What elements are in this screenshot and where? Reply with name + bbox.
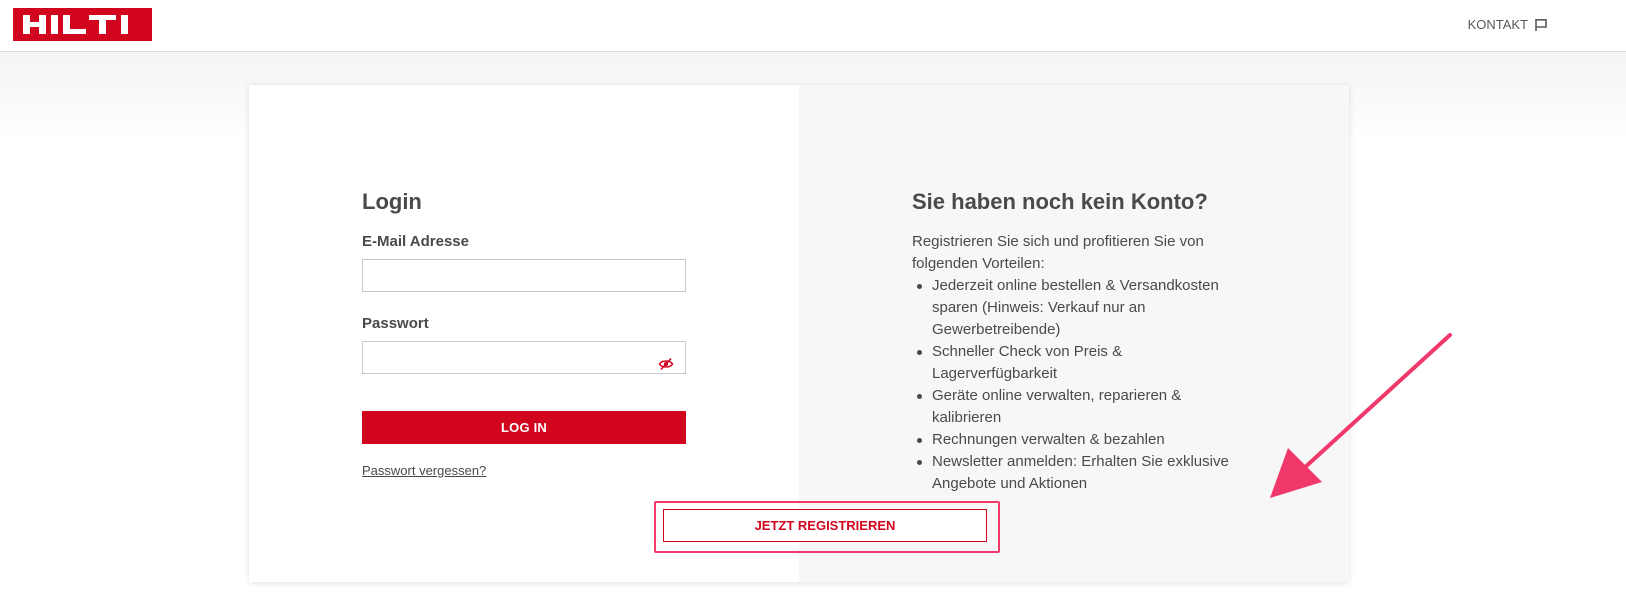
list-item: Newsletter anmelden: Erhalten Sie exklus… [912,451,1242,495]
header: KONTAKT [0,0,1626,52]
list-item: Schneller Check von Preis & Lagerverfügb… [912,341,1242,385]
hide-password-eye-icon[interactable] [658,357,674,371]
forgot-password-link[interactable]: Passwort vergessen? [362,463,486,478]
register-now-button[interactable]: JETZT REGISTRIEREN [663,509,987,542]
chat-flag-icon [1534,18,1548,32]
contact-link[interactable]: KONTAKT [1468,17,1548,32]
benefits-list: Jederzeit online bestellen & Versandkost… [912,275,1242,495]
email-input[interactable] [362,259,686,292]
contact-label: KONTAKT [1467,17,1528,32]
register-title: Sie haben noch kein Konto? [912,189,1208,214]
password-label: Passwort [362,315,429,332]
register-intro: Registrieren Sie sich und profitieren Si… [912,233,1204,272]
hilti-logo-mark [23,15,128,34]
email-label: E-Mail Adresse [362,233,469,250]
hilti-logo[interactable] [13,8,152,41]
list-item: Geräte online verwalten, reparieren & ka… [912,385,1242,429]
login-button[interactable]: LOG IN [362,411,686,444]
annotation-arrow-icon [1270,333,1452,498]
list-item: Rechnungen verwalten & bezahlen [912,429,1242,451]
list-item: Jederzeit online bestellen & Versandkost… [912,275,1242,341]
password-input[interactable] [362,341,686,374]
login-title: Login [362,189,422,214]
